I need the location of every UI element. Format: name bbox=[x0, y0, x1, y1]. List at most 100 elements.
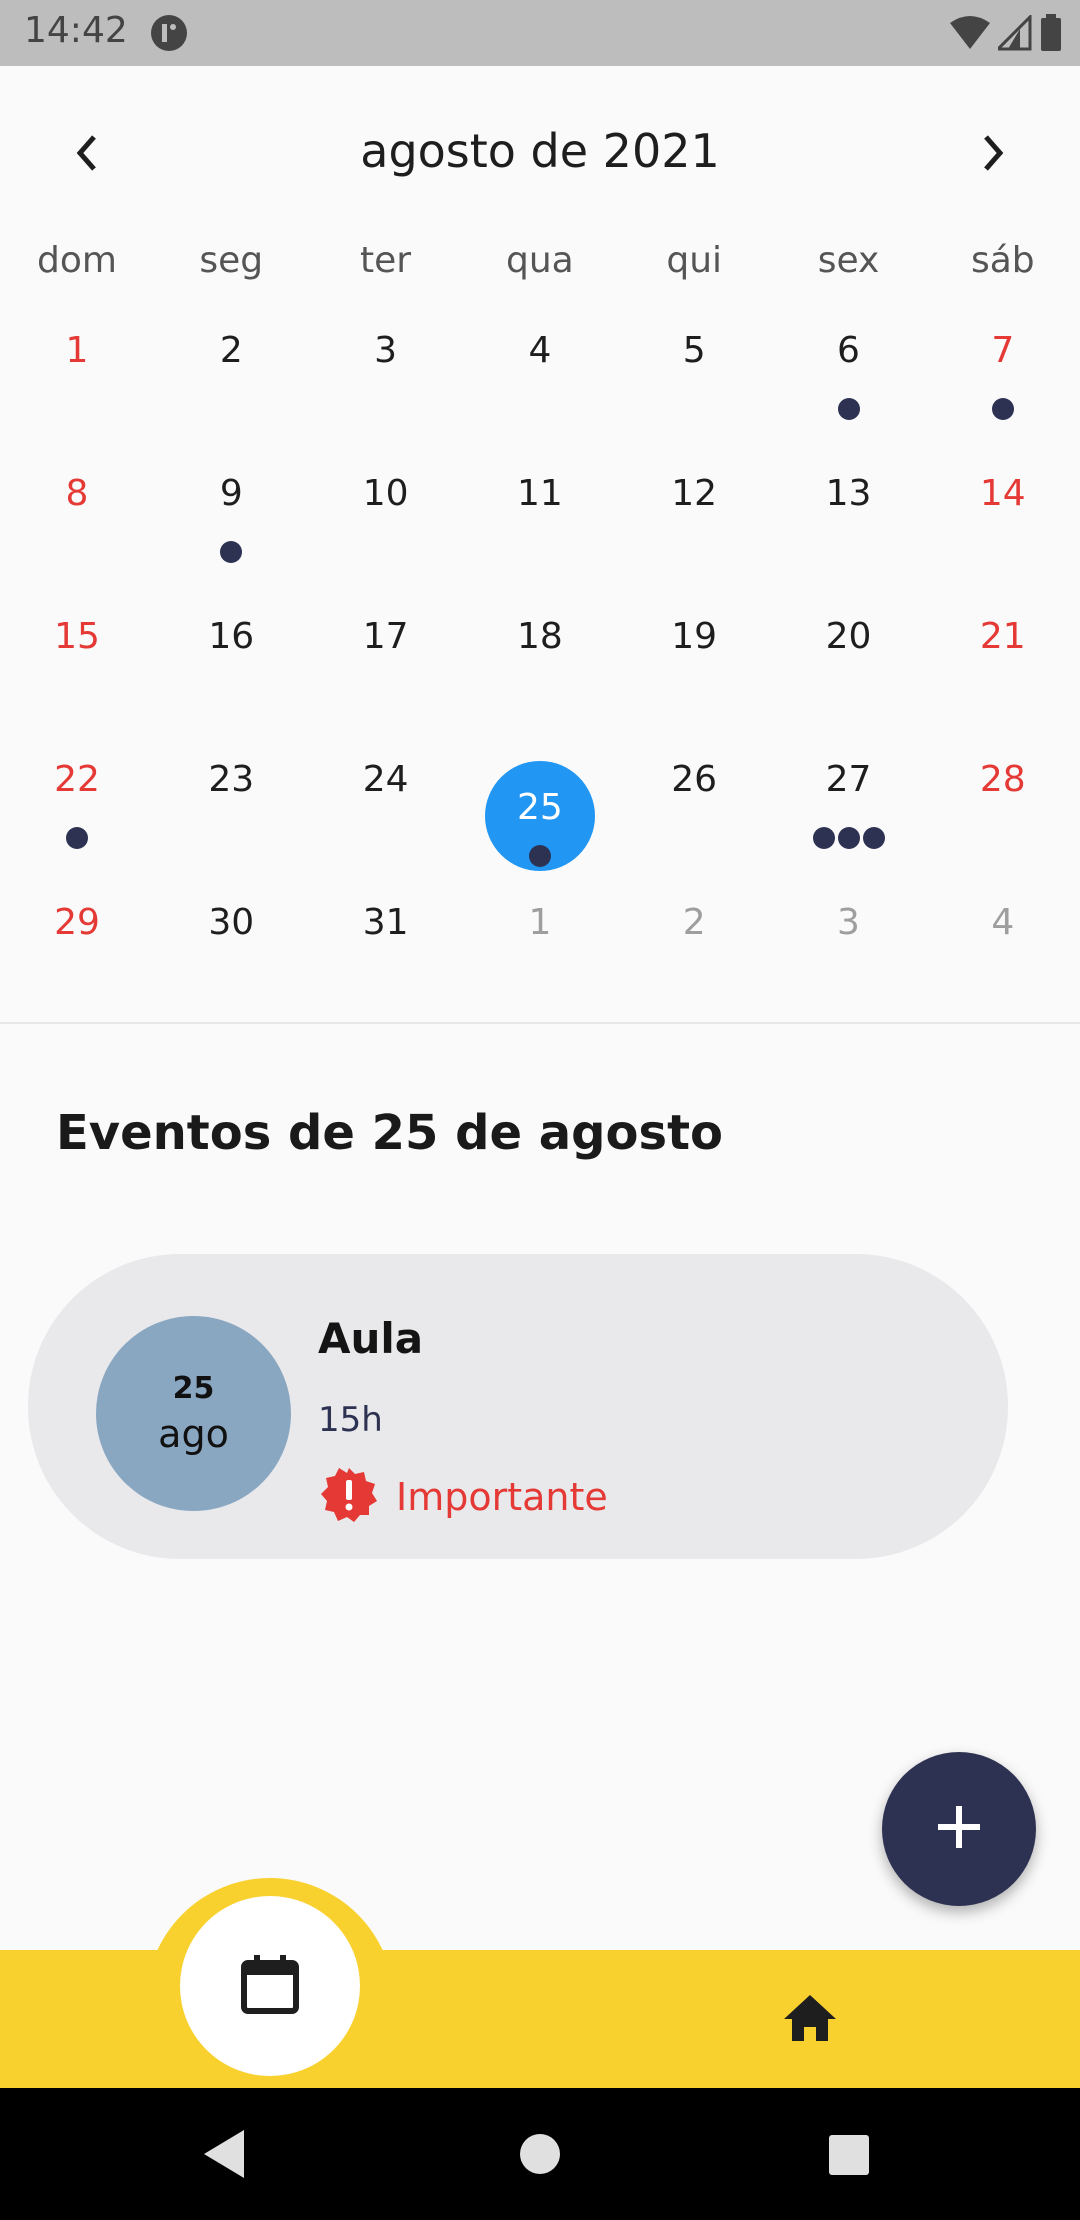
day-cell[interactable]: 20 bbox=[772, 586, 926, 729]
calendar-header: agosto de 2021 bbox=[0, 110, 1080, 200]
day-number: 24 bbox=[362, 759, 409, 800]
event-time: 15h bbox=[318, 1400, 383, 1440]
day-number: 5 bbox=[682, 330, 706, 371]
tab-home[interactable] bbox=[770, 1980, 850, 2060]
day-cell[interactable]: 30 bbox=[154, 872, 308, 1015]
day-cell[interactable]: 2 bbox=[617, 872, 771, 1015]
event-date-badge: 25 ago bbox=[96, 1316, 291, 1511]
day-cell[interactable]: 15 bbox=[0, 586, 154, 729]
event-title: Aula bbox=[318, 1314, 424, 1363]
next-month-button[interactable] bbox=[958, 120, 1028, 190]
day-cell[interactable]: 16 bbox=[154, 586, 308, 729]
day-number: 26 bbox=[671, 759, 718, 800]
day-number: 3 bbox=[374, 330, 398, 371]
day-cell[interactable]: 3 bbox=[309, 300, 463, 443]
home-icon bbox=[782, 1993, 838, 2047]
calendar-grid: 1 2 3 4 5 6 7 8 9 10 11 12 13 14 15 16 17 18 19 20 21 22 23 24 2… bbox=[0, 300, 1080, 1015]
day-number: 3 bbox=[837, 902, 860, 943]
weekday-row: dom seg ter qua qui sex sáb bbox=[0, 240, 1080, 300]
event-indicator bbox=[154, 541, 308, 563]
add-event-button[interactable] bbox=[882, 1752, 1036, 1906]
event-dot bbox=[528, 845, 551, 867]
recents-icon[interactable] bbox=[828, 2134, 870, 2180]
day-cell[interactable]: 2 bbox=[154, 300, 308, 443]
day-cell[interactable]: 31 bbox=[309, 872, 463, 1015]
day-cell[interactable]: 27 bbox=[772, 729, 926, 872]
weekday-label: sex bbox=[817, 240, 880, 281]
day-cell[interactable]: 7 bbox=[926, 300, 1080, 443]
day-cell[interactable]: 1 bbox=[0, 300, 154, 443]
day-number: 4 bbox=[528, 330, 552, 371]
day-number: 20 bbox=[825, 616, 872, 657]
day-number: 10 bbox=[362, 473, 409, 514]
day-number: 27 bbox=[825, 759, 872, 800]
day-cell[interactable]: 26 bbox=[617, 729, 771, 872]
day-number: 22 bbox=[54, 759, 100, 800]
day-cell[interactable]: 23 bbox=[154, 729, 308, 872]
day-cell[interactable]: 28 bbox=[926, 729, 1080, 872]
day-cell[interactable]: 3 bbox=[772, 872, 926, 1015]
day-number: 8 bbox=[65, 473, 89, 514]
chevron-right-icon bbox=[978, 133, 1008, 177]
day-cell[interactable]: 17 bbox=[309, 586, 463, 729]
day-number: 18 bbox=[516, 616, 563, 657]
divider bbox=[0, 1022, 1080, 1024]
weekday-label: dom bbox=[37, 240, 117, 281]
day-cell[interactable]: 1 bbox=[463, 872, 617, 1015]
day-cell[interactable]: 8 bbox=[0, 443, 154, 586]
alert-badge-icon bbox=[320, 1466, 378, 1528]
event-indicator bbox=[772, 398, 926, 420]
event-card[interactable]: 25 ago Aula 15h Importante bbox=[28, 1254, 1008, 1559]
day-number: 23 bbox=[208, 759, 255, 800]
day-cell[interactable]: 4 bbox=[463, 300, 617, 443]
app-root: 14:42 agosto de 2021 dom seg ter qua qui… bbox=[0, 0, 1080, 2220]
event-tag-label: Importante bbox=[396, 1475, 608, 1519]
day-cell[interactable]: 18 bbox=[463, 586, 617, 729]
day-cell[interactable]: 29 bbox=[0, 872, 154, 1015]
month-title: agosto de 2021 bbox=[360, 124, 720, 178]
day-cell[interactable]: 9 bbox=[154, 443, 308, 586]
day-number: 17 bbox=[362, 616, 409, 657]
day-number: 31 bbox=[362, 902, 409, 943]
event-indicator bbox=[772, 827, 926, 849]
day-number: 25 bbox=[516, 787, 563, 828]
day-cell[interactable]: 11 bbox=[463, 443, 617, 586]
event-dot bbox=[991, 398, 1014, 420]
tab-calendar[interactable] bbox=[180, 1896, 360, 2076]
day-cell[interactable]: 13 bbox=[772, 443, 926, 586]
cellular-signal-icon bbox=[994, 13, 1032, 55]
status-time: 14:42 bbox=[24, 10, 128, 51]
weekday-label: ter bbox=[360, 240, 412, 281]
day-number: 19 bbox=[671, 616, 718, 657]
day-cell[interactable]: 21 bbox=[926, 586, 1080, 729]
event-indicator bbox=[926, 398, 1080, 420]
day-cell[interactable]: 10 bbox=[309, 443, 463, 586]
event-dot bbox=[862, 827, 885, 849]
weekday-label: qui bbox=[666, 240, 723, 281]
home-circle-icon[interactable] bbox=[518, 2132, 562, 2180]
day-cell[interactable]: 24 bbox=[309, 729, 463, 872]
day-cell[interactable]: 22 bbox=[0, 729, 154, 872]
day-cell[interactable]: 19 bbox=[617, 586, 771, 729]
day-number: 1 bbox=[528, 902, 552, 943]
day-cell-selected[interactable]: 25 bbox=[463, 729, 617, 872]
day-cell[interactable]: 4 bbox=[926, 872, 1080, 1015]
event-dot bbox=[66, 827, 88, 849]
day-number: 12 bbox=[671, 473, 718, 514]
day-cell[interactable]: 5 bbox=[617, 300, 771, 443]
day-number: 11 bbox=[516, 473, 563, 514]
day-cell[interactable]: 12 bbox=[617, 443, 771, 586]
back-icon[interactable] bbox=[200, 2128, 248, 2184]
event-date-day: 25 bbox=[172, 1371, 215, 1406]
events-title: Eventos de 25 de agosto bbox=[56, 1105, 723, 1161]
wifi-icon bbox=[950, 15, 990, 55]
day-number: 2 bbox=[682, 902, 706, 943]
day-number: 14 bbox=[979, 473, 1026, 514]
day-number: 7 bbox=[991, 330, 1015, 371]
status-bar: 14:42 bbox=[0, 0, 1080, 66]
day-cell[interactable]: 14 bbox=[926, 443, 1080, 586]
day-number: 15 bbox=[54, 616, 100, 657]
day-cell[interactable]: 6 bbox=[772, 300, 926, 443]
day-number: 29 bbox=[54, 902, 100, 943]
day-number: 13 bbox=[825, 473, 872, 514]
